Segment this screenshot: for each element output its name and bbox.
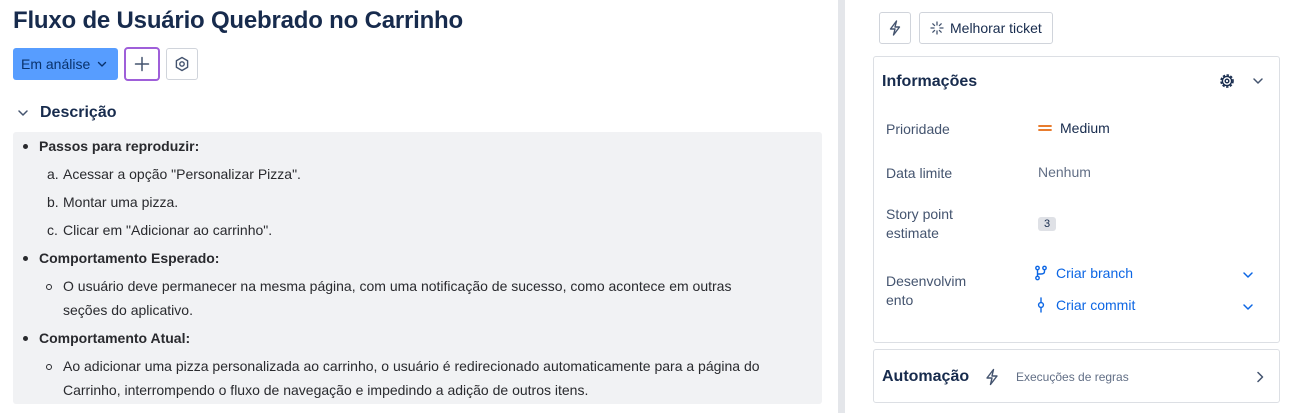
status-label: Em análise: [21, 56, 91, 72]
actual-line: Carrinho, interrompendo o fluxo de naveg…: [63, 382, 589, 398]
branch-icon: [1035, 265, 1047, 281]
sparkle-icon: [930, 21, 944, 35]
development-label-line: ento: [886, 292, 914, 308]
story-point-field[interactable]: 3: [1038, 217, 1057, 231]
create-branch-label: Criar branch: [1056, 265, 1134, 281]
story-point-label-line: estimate: [886, 225, 939, 241]
priority-medium-icon: [1038, 125, 1052, 131]
expected-line: seções do aplicativo.: [63, 302, 193, 318]
chevron-down-icon[interactable]: [1240, 267, 1256, 283]
step-marker: c.: [47, 222, 58, 238]
create-commit-link[interactable]: Criar commit: [1034, 297, 1135, 313]
development-label-line: Desenvolvim: [886, 273, 967, 289]
story-point-label-line: Story point: [886, 206, 953, 222]
sub-bullet: [46, 284, 52, 290]
chevron-down-icon: [18, 110, 28, 116]
story-point-badge: 3: [1038, 217, 1057, 231]
create-branch-link[interactable]: Criar branch: [1034, 265, 1133, 281]
issue-toolbar: Em análise: [13, 47, 199, 81]
step-marker: b.: [47, 194, 59, 210]
priority-label: Prioridade: [886, 121, 950, 137]
expected-line: O usuário deve permanecer na mesma págin…: [63, 278, 732, 294]
improve-ticket-button[interactable]: Melhorar ticket: [919, 12, 1053, 44]
info-title: Informações: [882, 73, 978, 90]
lightning-icon: [889, 20, 901, 36]
add-button[interactable]: [124, 47, 161, 81]
step-marker: a.: [47, 166, 59, 182]
bullet: [23, 336, 28, 341]
story-point-label: Story point estimate: [886, 205, 953, 243]
issue-title[interactable]: Fluxo de Usuário Quebrado no Carrinho: [13, 7, 463, 35]
development-label: Desenvolvim ento: [886, 272, 966, 310]
bullet: [23, 256, 28, 261]
due-date-field[interactable]: Nenhum: [1038, 164, 1091, 180]
plus-icon: [135, 56, 150, 72]
automation-title: Automação: [882, 368, 970, 385]
create-commit-label: Criar commit: [1056, 297, 1136, 313]
step-text: Acessar a opção "Personalizar Pizza".: [63, 166, 301, 182]
steps-heading: Passos para reproduzir:: [39, 138, 200, 154]
sub-bullet: [46, 364, 52, 370]
actual-heading: Comportamento Atual:: [39, 330, 191, 346]
status-dropdown-button[interactable]: Em análise: [13, 48, 119, 80]
chevron-right-icon: [1257, 371, 1264, 383]
chevron-down-icon[interactable]: [1240, 299, 1256, 315]
info-panel: Informações Prioridade Medium Data limit…: [873, 56, 1280, 343]
hexagon-settings-icon: [175, 56, 189, 72]
automation-subtitle: Execuções de regras: [1016, 370, 1129, 384]
issue-main-panel: Fluxo de Usuário Quebrado no Carrinho Em…: [0, 0, 838, 413]
priority-field[interactable]: Medium: [1038, 120, 1110, 136]
description-toggle[interactable]: Descrição: [16, 104, 117, 122]
step-text: Clicar em "Adicionar ao carrinho".: [63, 222, 273, 238]
settings-button[interactable]: [166, 48, 199, 80]
improve-ticket-label: Melhorar ticket: [950, 20, 1042, 36]
issue-sidebar: Melhorar ticket Informações Prioridade M…: [845, 0, 1302, 413]
actual-line: Ao adicionar uma pizza personalizada ao …: [63, 358, 760, 374]
step-text: Montar uma pizza.: [63, 194, 179, 210]
chevron-down-icon: [98, 61, 107, 67]
chevron-down-icon[interactable]: [1250, 73, 1266, 89]
automation-button[interactable]: [879, 12, 911, 44]
automation-panel[interactable]: Automação Execuções de regras: [873, 349, 1280, 403]
panel-resize-divider[interactable]: [838, 0, 845, 413]
expected-heading: Comportamento Esperado:: [39, 250, 220, 266]
lightning-icon: [986, 368, 998, 386]
bullet: [23, 144, 28, 149]
gear-icon[interactable]: [1217, 71, 1237, 91]
description-header: Descrição: [40, 104, 117, 121]
description-body[interactable]: Passos para reproduzir: a. Acessar a opç…: [13, 132, 822, 404]
priority-value: Medium: [1060, 120, 1110, 136]
due-date-value: Nenhum: [1038, 164, 1091, 180]
due-date-label: Data limite: [886, 165, 953, 181]
commit-icon: [1037, 297, 1045, 313]
